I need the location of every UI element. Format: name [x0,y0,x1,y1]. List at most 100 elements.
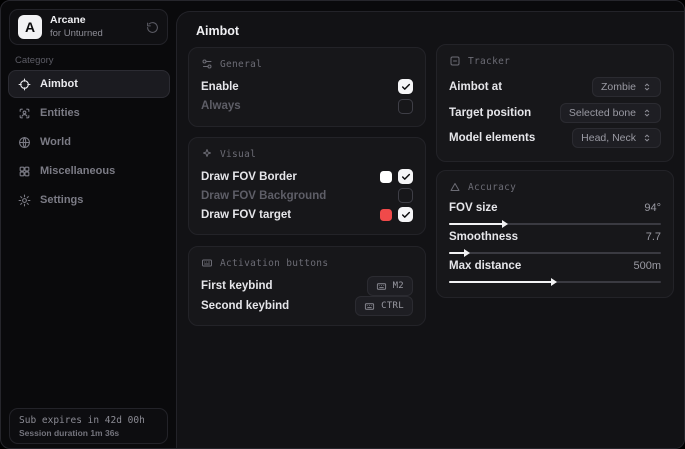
second-keybind-value: CTRL [381,301,404,311]
globe-icon [18,136,31,149]
setting-row-aimbot-at: Aimbot at Zombie [449,74,661,100]
first-keybind-label: First keybind [201,280,273,292]
fov-border-checkbox[interactable] [398,169,413,184]
always-checkbox[interactable] [398,99,413,114]
fov-target-color-swatch[interactable] [380,209,392,221]
activation-card: Activation buttons First keybind M2 Seco… [188,246,426,326]
max-distance-group: Max distance 500m [449,258,661,287]
setting-row-fov-border: Draw FOV Border [201,167,413,186]
sidebar-item-aimbot[interactable]: Aimbot [8,70,170,98]
first-keybind-button[interactable]: M2 [367,276,413,296]
chevrons-up-down-icon [642,82,652,92]
setting-row-first-keybind: First keybind M2 [201,276,413,296]
visual-header-label: Visual [220,149,256,160]
sparkle-icon [201,148,213,160]
refresh-icon[interactable] [146,21,159,34]
aimbot-at-value: Zombie [601,81,636,93]
smoothness-value: 7.7 [646,231,661,243]
fov-target-label: Draw FOV target [201,209,291,221]
model-elements-dropdown[interactable]: Head, Neck [572,128,661,148]
general-header-label: General [220,59,262,70]
grid-icon [18,165,31,178]
setting-row-second-keybind: Second keybind CTRL [201,296,413,316]
accuracy-header-label: Accuracy [468,182,516,193]
sidebar-item-settings[interactable]: Settings [8,186,170,214]
general-card: General Enable Always [188,47,426,127]
fov-border-label: Draw FOV Border [201,171,297,183]
session-duration-text: Session duration 1m 36s [19,428,158,438]
keyboard-icon [376,281,387,292]
fov-size-slider[interactable] [449,220,661,228]
category-label: Category [15,55,54,66]
fov-border-color-swatch[interactable] [380,171,392,183]
sidebar-item-miscellaneous[interactable]: Miscellaneous [8,157,170,185]
visual-card: Visual Draw FOV Border Draw FOV Backgrou… [188,137,426,235]
first-keybind-value: M2 [393,281,404,291]
max-distance-label: Max distance [449,260,521,272]
sidebar-item-world[interactable]: World [8,128,170,156]
fov-size-value: 94° [644,202,661,214]
keyboard-icon [201,257,213,269]
target-position-label: Target position [449,107,531,119]
smoothness-label: Smoothness [449,231,518,243]
entities-icon [18,107,31,120]
setting-row-target-position: Target position Selected bone [449,100,661,126]
subscription-status: Sub expires in 42d 00h Session duration … [9,408,168,444]
fov-background-checkbox[interactable] [398,188,413,203]
max-distance-value: 500m [633,260,661,272]
model-elements-value: Head, Neck [581,132,636,144]
enable-checkbox[interactable] [398,79,413,94]
smoothness-slider[interactable] [449,249,661,257]
setting-row-model-elements: Model elements Head, Neck [449,125,661,151]
app-logo: A [18,15,42,39]
sub-expiry-text: Sub expires in 42d 00h [19,415,158,426]
slider-thumb[interactable] [464,249,470,257]
sidebar: A Arcane for Unturned Category Aimbot [1,1,176,448]
smoothness-group: Smoothness 7.7 [449,229,661,258]
setting-row-always: Always [201,97,413,117]
sliders-icon [201,58,213,70]
app-name: Arcane [50,15,138,27]
sidebar-item-entities[interactable]: Entities [8,99,170,127]
tracker-card: Tracker Aimbot at Zombie Target position… [436,44,674,162]
sidebar-item-label: Entities [40,107,80,119]
fov-size-label: FOV size [449,202,498,214]
aimbot-at-dropdown[interactable]: Zombie [592,77,661,97]
tracker-header-label: Tracker [468,56,510,67]
fov-background-label: Draw FOV Background [201,190,326,202]
second-keybind-button[interactable]: CTRL [355,296,413,316]
main-panel: Aimbot General Enable Always [176,11,684,448]
page-title: Aimbot [196,24,239,38]
sidebar-item-label: Aimbot [40,78,78,90]
square-minus-icon [449,55,461,67]
fov-target-checkbox[interactable] [398,207,413,222]
gear-icon [18,194,31,207]
sidebar-item-label: Settings [40,194,83,206]
model-elements-label: Model elements [449,132,535,144]
setting-row-fov-target: Draw FOV target [201,205,413,224]
keyboard-icon [364,301,375,312]
aimbot-at-label: Aimbot at [449,81,502,93]
slider-thumb[interactable] [551,278,557,286]
setting-row-enable: Enable [201,77,413,97]
activation-header-label: Activation buttons [220,258,328,269]
fov-size-group: FOV size 94° [449,200,661,229]
sidebar-item-label: Miscellaneous [40,165,115,177]
app-subtitle: for Unturned [50,29,138,39]
setting-row-fov-background: Draw FOV Background [201,186,413,205]
chevrons-up-down-icon [642,133,652,143]
target-position-dropdown[interactable]: Selected bone [560,103,661,123]
max-distance-slider[interactable] [449,278,661,286]
app-window: A Arcane for Unturned Category Aimbot [0,0,685,449]
crosshair-icon [18,78,31,91]
always-label: Always [201,100,241,112]
slider-thumb[interactable] [502,220,508,228]
target-position-value: Selected bone [569,107,636,119]
second-keybind-label: Second keybind [201,300,289,312]
sidebar-item-label: World [40,136,71,148]
enable-label: Enable [201,81,239,93]
triangle-icon [449,181,461,193]
chevrons-up-down-icon [642,108,652,118]
sidebar-nav: Aimbot Entities World Miscellaneous [8,70,170,214]
accuracy-card: Accuracy FOV size 94° Smoothness 7.7 [436,170,674,298]
